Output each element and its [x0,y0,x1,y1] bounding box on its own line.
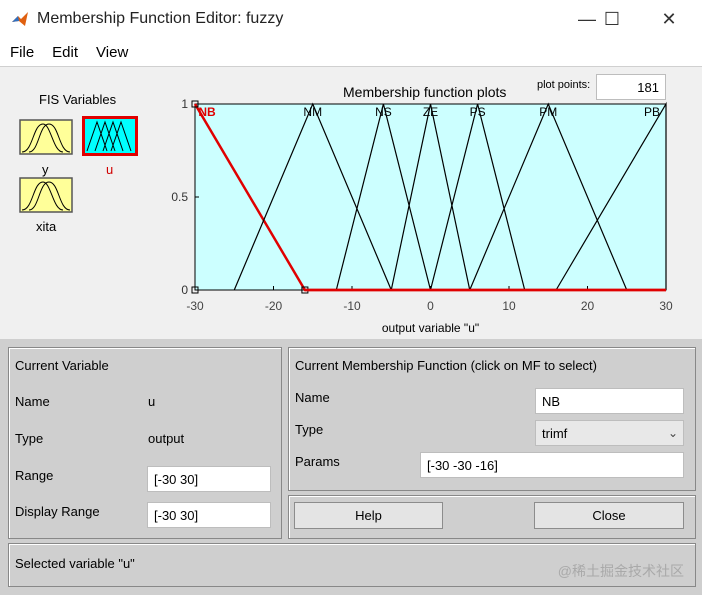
current-variable-title: Current Variable [15,358,109,373]
x-tick-label: 0 [427,299,434,313]
mf-label-nb: NB [198,105,216,119]
range-input[interactable]: [-30 30] [147,466,271,492]
title-bar: Membership Function Editor: fuzzy — ☐ ✕ [0,0,702,38]
mf-name-input[interactable]: NB [535,388,684,414]
upper-area: FIS Variables y u xita Membership functi… [0,67,702,339]
mf-name-label: Name [295,390,330,405]
help-button[interactable]: Help [294,502,443,529]
current-mf-panel: Current Membership Function (click on MF… [288,347,696,491]
fis-output-u-selected[interactable] [82,116,138,156]
y-tick-label: 0.5 [171,190,188,204]
membership-function-plot[interactable]: -30 -20 -10 0 10 20 30 0 0.5 1 NB NM NS ZE PS PM PB outpu… [170,97,680,339]
matlab-logo-icon [11,10,29,28]
close-window-button[interactable]: ✕ [646,0,692,38]
variable-name-label: Name [15,394,50,409]
fis-input-y-icon[interactable] [19,119,73,155]
mf-label-pm: PM [539,105,557,119]
x-tick-label: -30 [186,299,204,313]
close-icon: ✕ [661,8,677,29]
mf-label-ps: PS [470,105,486,119]
y-tick-label: 1 [181,97,188,111]
x-tick-label: 10 [502,299,516,313]
fis-output-u-icon [85,119,135,153]
fis-output-u-label: u [106,162,114,177]
x-axis-label: output variable "u" [382,321,479,335]
mf-label-pb: PB [644,105,660,119]
fis-input-y-label: y [42,162,49,177]
chevron-down-icon: ⌄ [667,426,679,440]
fis-input-xita-label: xita [36,219,57,234]
mf-label-ze: ZE [423,105,438,119]
mf-label-nm: NM [303,105,322,119]
variable-type-value: output [148,431,185,446]
fis-variables-title: FIS Variables [39,92,117,107]
variable-type-label: Type [15,431,44,446]
window-title: Membership Function Editor: fuzzy [37,10,284,27]
x-tick-label: -10 [343,299,361,313]
lower-area: Current Variable Name u Type output Rang… [0,339,702,595]
current-mf-title: Current Membership Function (click on MF… [295,358,597,373]
menu-view[interactable]: View [88,44,136,61]
mf-params-label: Params [295,454,340,469]
x-tick-label: 30 [659,299,673,313]
mf-label-ns: NS [375,105,392,119]
plot-area [194,103,667,291]
range-label: Range [15,468,54,483]
fis-input-xita-icon[interactable] [19,177,73,213]
menu-edit[interactable]: Edit [44,44,86,61]
display-range-label: Display Range [15,504,100,519]
mf-params-input[interactable]: [-30 -30 -16] [420,452,684,478]
menu-file[interactable]: File [2,44,42,61]
display-range-input[interactable]: [-30 30] [147,502,271,528]
variable-name-value: u [148,394,156,409]
x-tick-label: 20 [581,299,595,313]
x-tick-label: -20 [265,299,283,313]
status-text: Selected variable "u" [15,556,135,571]
maximize-icon: ☐ [603,8,621,29]
current-variable-panel: Current Variable Name u Type output Rang… [8,347,282,539]
plot-points-label: plot points: [537,79,591,91]
mf-type-label: Type [295,422,324,437]
mf-type-select[interactable]: trimf ⌄ [535,420,684,446]
watermark: @稀土掘金技术社区 [557,563,684,579]
mf-type-value: trimf [542,426,568,441]
maximize-button[interactable]: ☐ [589,0,635,38]
y-tick-label: 0 [181,283,188,297]
menu-bar: File Edit View [0,38,702,66]
buttons-panel: Help Close [288,495,696,539]
close-button[interactable]: Close [534,502,684,529]
